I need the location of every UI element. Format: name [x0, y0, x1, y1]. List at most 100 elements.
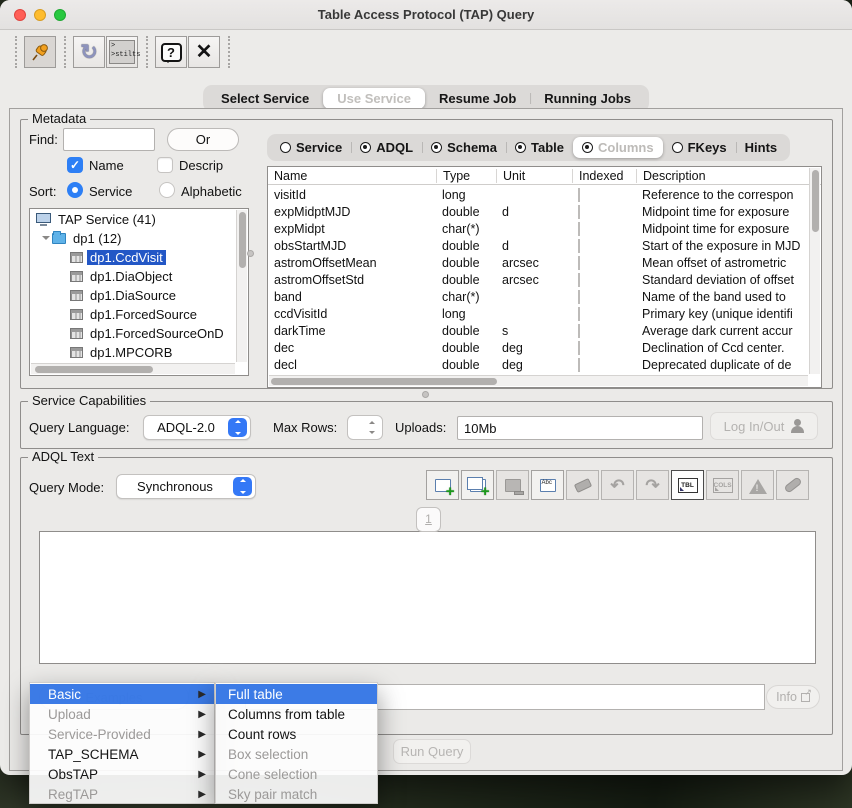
titlebar[interactable]: Table Access Protocol (TAP) Query: [0, 0, 852, 30]
view-tab-hints[interactable]: Hints: [736, 137, 787, 158]
indexed-checkbox[interactable]: [578, 341, 580, 355]
redo-button[interactable]: ↷: [636, 470, 669, 500]
syntax-warning-button[interactable]: [741, 470, 774, 500]
panel-splitter-handle[interactable]: [422, 391, 429, 398]
tree-row-schema[interactable]: dp1 (12): [30, 229, 236, 248]
remove-tab-button[interactable]: [496, 470, 529, 500]
sort-service-radio[interactable]: [67, 182, 83, 198]
indexed-checkbox[interactable]: [578, 205, 580, 219]
indexed-checkbox[interactable]: [578, 273, 580, 287]
view-tab-schema[interactable]: Schema: [422, 137, 506, 158]
view-tab-columns[interactable]: Columns: [573, 137, 663, 158]
table-row[interactable]: astromOffsetMeandoublearcsecMean offset …: [268, 254, 809, 271]
tab-use-service[interactable]: Use Service: [323, 88, 425, 109]
view-tab-fkeys[interactable]: FKeys: [663, 137, 736, 158]
menu-item-cone-selection[interactable]: Cone selection: [216, 764, 377, 784]
table-row[interactable]: bandchar(*)Name of the band used to: [268, 288, 809, 305]
menu-item-sky-pair-match[interactable]: Sky pair match: [216, 784, 377, 804]
name-checkbox[interactable]: ✓: [67, 157, 83, 173]
indexed-checkbox[interactable]: [578, 307, 580, 321]
login-button[interactable]: Log In/Out: [710, 412, 818, 440]
indexed-checkbox[interactable]: [578, 188, 580, 202]
add-tab-button[interactable]: +: [426, 470, 459, 500]
reload-button[interactable]: ↻: [73, 36, 105, 68]
indexed-checkbox[interactable]: [578, 290, 580, 304]
uploads-field[interactable]: 10Mb: [457, 416, 703, 440]
table-row[interactable]: expMidptMJDdoubledMidpoint time for expo…: [268, 203, 809, 220]
adql-sheet-tab-1[interactable]: 1: [416, 507, 441, 532]
adql-textarea[interactable]: [39, 531, 816, 664]
table-row[interactable]: ccdVisitIdlongPrimary key (unique identi…: [268, 305, 809, 322]
splitter-handle[interactable]: [247, 250, 254, 257]
menu-item-box-selection[interactable]: Box selection: [216, 744, 377, 764]
menu-item-obstap[interactable]: ObsTAP▶: [30, 764, 214, 784]
stilts-button[interactable]: > >stilts: [106, 36, 138, 68]
table-row[interactable]: visitIdlongReference to the correspon: [268, 186, 809, 203]
tree-row-table[interactable]: dp1.CcdVisit: [30, 248, 236, 267]
table-row[interactable]: decdoubledegDeclination of Ccd center.: [268, 339, 809, 356]
run-query-button[interactable]: Run Query: [393, 739, 471, 764]
tree-row-table[interactable]: dp1.ForcedSourceOnD: [30, 324, 236, 343]
insert-columns-button[interactable]: COLS: [706, 470, 739, 500]
info-button[interactable]: Info: [766, 685, 820, 709]
indexed-checkbox[interactable]: [578, 324, 580, 338]
sort-alphabetic-radio[interactable]: [159, 182, 175, 198]
rename-tab-button[interactable]: Abc: [531, 470, 564, 500]
tree-row-table[interactable]: dp1.DiaSource: [30, 286, 236, 305]
view-tab-adql[interactable]: ADQL: [351, 137, 422, 158]
query-mode-dropdown[interactable]: Synchronous: [116, 474, 256, 499]
or-button[interactable]: Or: [167, 128, 239, 151]
header-name[interactable]: Name: [268, 169, 436, 183]
table-row[interactable]: darkTimedoublesAverage dark current accu…: [268, 322, 809, 339]
descrip-checkbox[interactable]: [157, 157, 173, 173]
copy-tab-button[interactable]: +: [461, 470, 494, 500]
indexed-checkbox[interactable]: [578, 222, 580, 236]
find-input[interactable]: [63, 128, 155, 151]
fix-syntax-button[interactable]: [776, 470, 809, 500]
table-row[interactable]: astromOffsetStddoublearcsecStandard devi…: [268, 271, 809, 288]
header-description[interactable]: Description: [636, 169, 821, 183]
max-rows-spinner[interactable]: [347, 415, 383, 440]
header-indexed[interactable]: Indexed: [572, 169, 636, 183]
cell-description: Mean offset of astrometric: [636, 256, 809, 270]
menu-item-columns-from-table[interactable]: Columns from table: [216, 704, 377, 724]
tree-vscroll-thumb[interactable]: [239, 212, 246, 268]
tab-resume-job[interactable]: Resume Job: [425, 88, 530, 109]
tab-running-jobs[interactable]: Running Jobs: [530, 88, 645, 109]
table-vscroll-thumb[interactable]: [812, 170, 819, 232]
view-tab-table[interactable]: Table: [506, 137, 573, 158]
tree-row-table[interactable]: dp1.ForcedSource: [30, 305, 236, 324]
menu-item-basic[interactable]: Basic▶: [30, 684, 214, 704]
table-hscroll-thumb[interactable]: [271, 378, 497, 385]
menu-item-tap-schema[interactable]: TAP_SCHEMA▶: [30, 744, 214, 764]
tree-row-root[interactable]: TAP Service (41): [30, 210, 236, 229]
header-unit[interactable]: Unit: [496, 169, 572, 183]
menu-item-upload[interactable]: Upload▶: [30, 704, 214, 724]
indexed-checkbox[interactable]: [578, 358, 580, 372]
table-row[interactable]: expMidptchar(*)Midpoint time for exposur…: [268, 220, 809, 237]
clear-text-button[interactable]: [566, 470, 599, 500]
tab-select-service[interactable]: Select Service: [207, 88, 323, 109]
table-row[interactable]: decldoubledegDeprecated duplicate of de: [268, 356, 809, 373]
undo-button[interactable]: ↶: [601, 470, 634, 500]
pin-window-button[interactable]: [24, 36, 56, 68]
menu-item-full-table[interactable]: Full table: [216, 684, 377, 704]
tree-row-table[interactable]: dp1.DiaObject: [30, 267, 236, 286]
menu-item-service-provided[interactable]: Service-Provided▶: [30, 724, 214, 744]
insert-table-button[interactable]: TBL: [671, 470, 704, 500]
cell-description: Declination of Ccd center.: [636, 341, 809, 355]
indexed-checkbox[interactable]: [578, 239, 580, 253]
help-button[interactable]: ?: [155, 36, 187, 68]
tree-row-table[interactable]: dp1.MPCORB: [30, 343, 236, 362]
query-language-dropdown[interactable]: ADQL-2.0: [143, 415, 251, 440]
menu-item-count-rows[interactable]: Count rows: [216, 724, 377, 744]
close-dialog-button[interactable]: ✕: [188, 36, 220, 68]
menu-item-label: TAP_SCHEMA: [48, 747, 139, 762]
view-tab-service[interactable]: Service: [271, 137, 351, 158]
menu-item-regtap[interactable]: RegTAP▶: [30, 784, 214, 804]
tree-hscroll-thumb[interactable]: [35, 366, 153, 373]
header-type[interactable]: Type: [436, 169, 496, 183]
table-row[interactable]: obsStartMJDdoubledStart of the exposure …: [268, 237, 809, 254]
indexed-checkbox[interactable]: [578, 256, 580, 270]
tree-table-label: dp1.CcdVisit: [87, 250, 166, 265]
